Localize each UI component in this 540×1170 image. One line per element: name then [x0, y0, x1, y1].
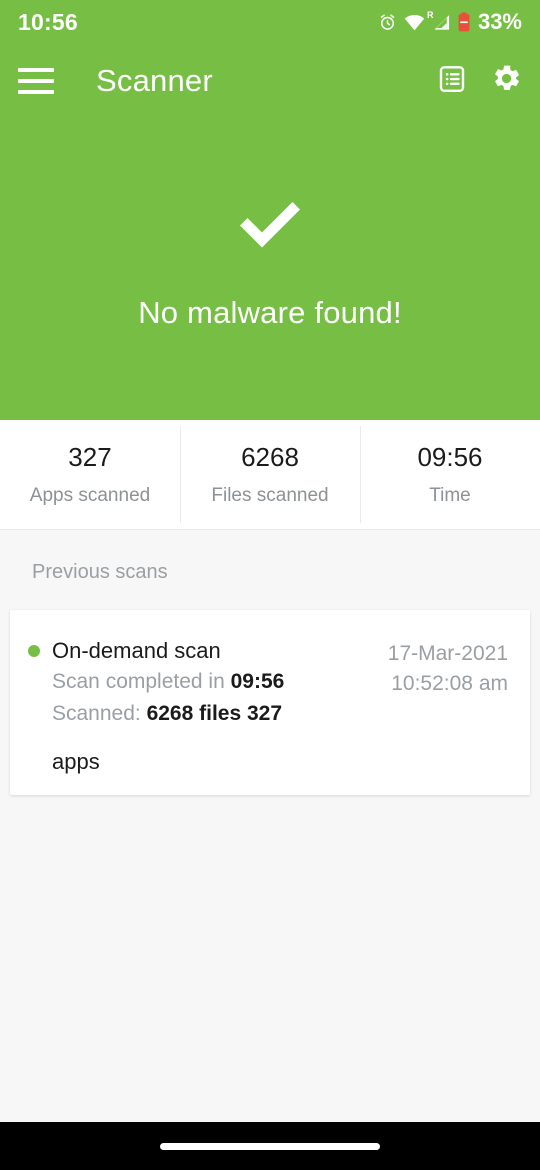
hamburger-menu-icon[interactable]	[18, 66, 58, 96]
app-screen: 10:56 R 33% Scanner No malware found! 32…	[0, 0, 540, 1170]
battery-icon	[458, 12, 470, 32]
scan-result-message: No malware found!	[138, 295, 402, 330]
scan-result-icon-wrap	[0, 192, 540, 259]
scan-duration-prefix: Scan completed in	[52, 669, 231, 693]
scan-apps-count: 327	[247, 702, 283, 726]
wifi-icon	[404, 14, 425, 31]
stat-files-scanned: 6268 Files scanned	[180, 420, 360, 529]
scan-files-count: 6268	[146, 702, 194, 726]
scan-timestamp: 17-Mar-2021 10:52:08 am	[388, 636, 508, 700]
status-bar-icons: R 33%	[378, 9, 522, 35]
stat-value: 6268	[241, 442, 299, 472]
home-gesture-pill[interactable]	[160, 1142, 380, 1150]
stat-label: Files scanned	[211, 485, 329, 506]
page-title: Scanner	[96, 63, 213, 98]
stat-value: 09:56	[417, 442, 483, 472]
scan-duration-value: 09:56	[230, 669, 285, 693]
stat-label: Time	[429, 485, 471, 506]
status-bar: 10:56 R 33%	[0, 0, 540, 44]
scan-counts-line: Scanned: 6268 files 327	[52, 698, 388, 731]
cellular-signal-icon: R	[427, 10, 451, 31]
scan-type-label: On-demand scan	[52, 638, 221, 663]
scan-stats-row: 327 Apps scanned 6268 Files scanned 09:5…	[0, 420, 540, 530]
scan-time-label: 10:52:08 am	[391, 672, 508, 696]
reports-icon[interactable]	[437, 64, 467, 99]
scan-date-label: 17-Mar-2021	[387, 642, 508, 665]
scan-files-suffix: files	[193, 702, 247, 726]
settings-gear-icon[interactable]	[491, 63, 522, 99]
stat-value: 327	[68, 442, 112, 472]
system-navigation-bar	[0, 1122, 540, 1170]
scan-result-hero: 10:56 R 33% Scanner No malware found!	[0, 0, 540, 420]
battery-percent-label: 33%	[477, 9, 522, 34]
scan-history-details: On-demand scan Scan completed in 09:56 S…	[28, 636, 388, 731]
scan-counts-prefix: Scanned:	[52, 702, 147, 726]
stat-label: Apps scanned	[29, 485, 151, 506]
status-bar-clock: 10:56	[18, 8, 78, 35]
app-bar-actions	[437, 63, 522, 99]
scan-duration-line: Scan completed in 09:56	[52, 666, 388, 699]
stat-apps-scanned: 327 Apps scanned	[0, 420, 180, 529]
scan-status-dot	[28, 645, 40, 657]
app-bar: Scanner	[0, 52, 540, 110]
scan-counts-overflow: apps	[52, 748, 100, 774]
alarm-icon	[378, 13, 397, 32]
checkmark-icon	[235, 192, 305, 259]
previous-scans-heading: Previous scans	[32, 561, 168, 583]
roaming-indicator-label: R	[426, 9, 434, 20]
stat-time: 09:56 Time	[360, 420, 540, 529]
scan-history-item[interactable]: On-demand scan Scan completed in 09:56 S…	[10, 610, 530, 795]
